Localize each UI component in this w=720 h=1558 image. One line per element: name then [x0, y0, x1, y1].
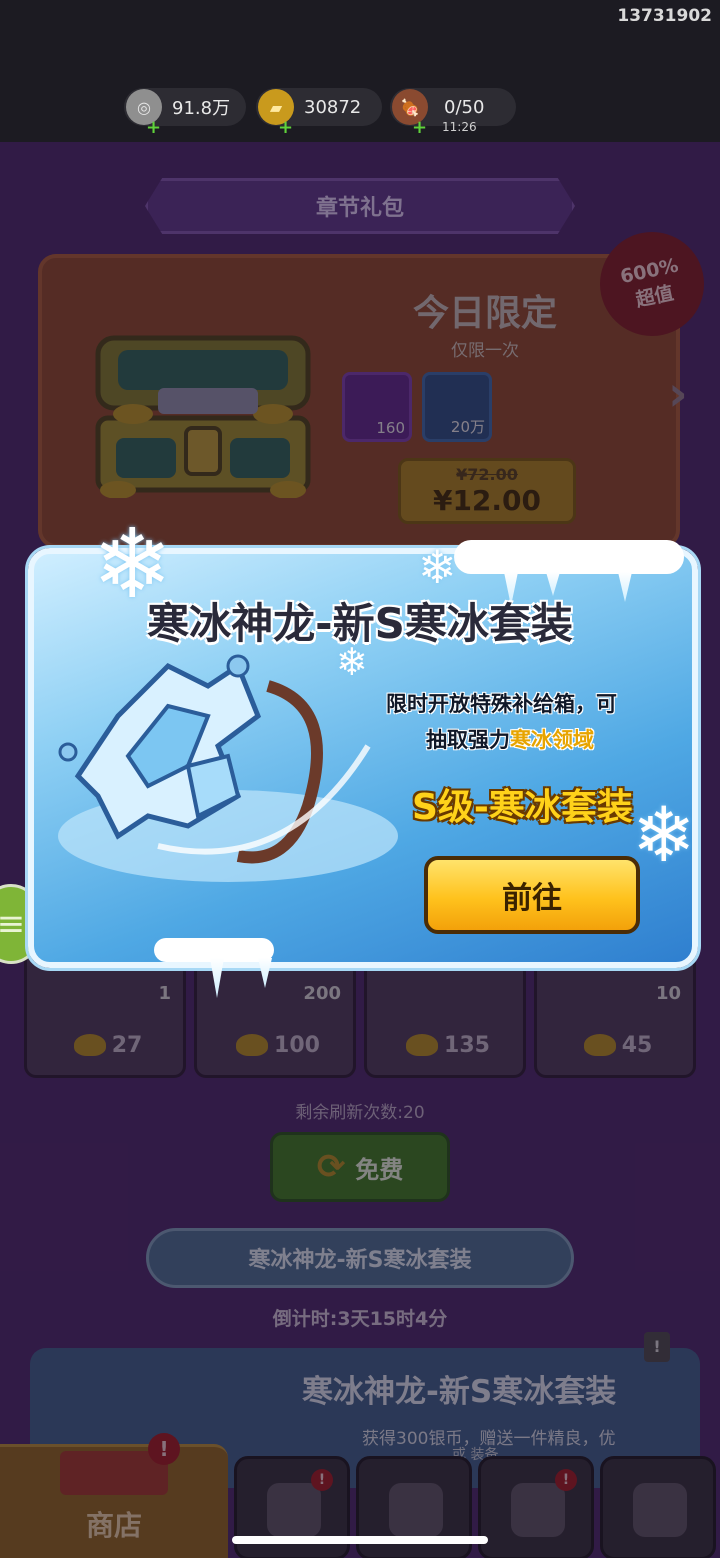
silver-resource[interactable]: ◎ 91.8万 + [124, 88, 246, 137]
gold-amount: 30872 [304, 96, 362, 118]
stamina-timer: 11:26 [442, 120, 477, 134]
popup-description-prefix: 抽取强力 [426, 728, 510, 752]
player-uid: 13731902 [617, 6, 712, 26]
add-gold-icon[interactable]: + [278, 119, 294, 137]
snowflake-icon: ❄ [632, 790, 696, 879]
popup-title: 寒冰神龙-新S寒冰套装 [147, 599, 573, 648]
add-stamina-icon[interactable]: + [412, 119, 428, 137]
popup-description-line2: 抽取强力寒冰领域 [426, 724, 594, 754]
snow-decoration [454, 540, 684, 574]
popup-description-line1: 限时开放特殊补给箱，可 [386, 692, 617, 716]
go-button[interactable]: 前往 [424, 856, 640, 934]
stamina-amount: 0/50 [444, 96, 485, 118]
gold-resource[interactable]: ▰ 30872 + [256, 88, 382, 137]
silver-amount: 91.8万 [172, 98, 231, 119]
add-silver-icon[interactable]: + [146, 119, 162, 137]
snowflake-icon: ❄ [418, 540, 457, 594]
popup-tier-label: S级-寒冰套装 [412, 787, 633, 828]
popup-description-highlight: 寒冰领域 [510, 728, 594, 752]
home-indicator[interactable] [232, 1536, 488, 1544]
